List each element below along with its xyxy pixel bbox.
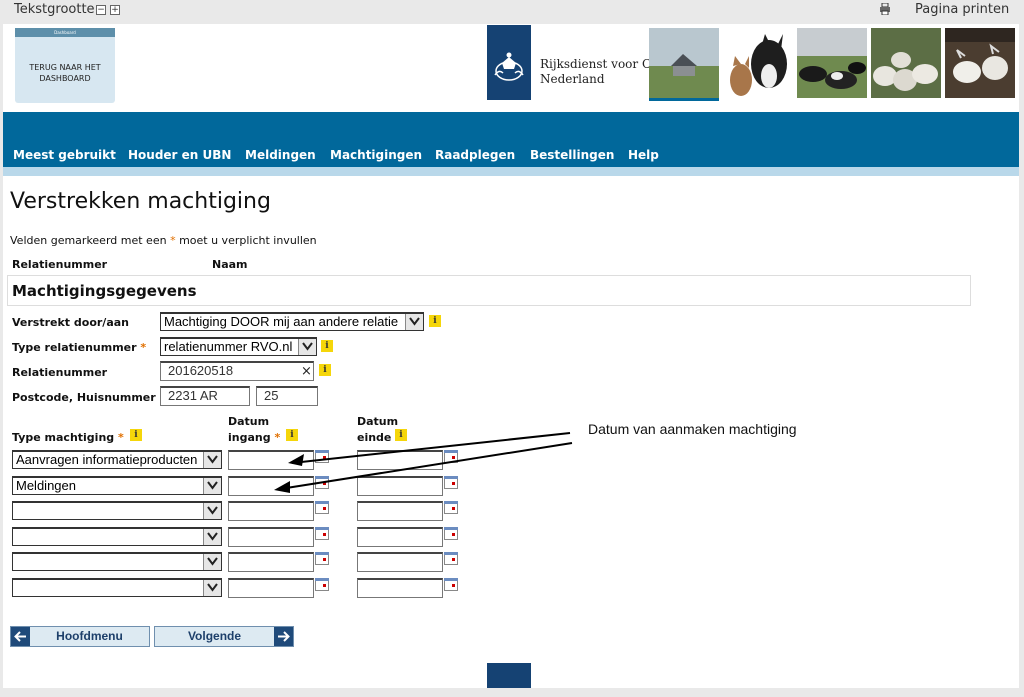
column-header-naam: Naam [212, 258, 248, 271]
type-machtiging-select[interactable] [12, 527, 222, 546]
farm-photo [649, 28, 719, 101]
nav-raadplegen[interactable]: Raadplegen [435, 148, 515, 162]
datum-ingang-header-line1: Datum [228, 415, 270, 428]
section-header: Machtigingsgegevens [7, 275, 971, 306]
calendar-icon[interactable] [444, 552, 458, 565]
required-star: * [140, 341, 147, 354]
chevron-down-icon [203, 554, 221, 570]
chevron-down-icon [203, 503, 221, 519]
type-machtiging-select[interactable] [12, 552, 222, 571]
calendar-icon[interactable] [444, 501, 458, 514]
type-relatienummer-label: Type relatienummer * [12, 341, 146, 354]
arrow-left-icon [11, 627, 30, 646]
organization-name: Rijksdienst voor Ond Nederland [540, 57, 650, 87]
clear-input-icon[interactable]: × [301, 364, 312, 379]
calendar-icon[interactable] [315, 501, 329, 514]
annotation-arrows [274, 432, 573, 493]
volgende-button[interactable]: Volgende [154, 626, 294, 647]
datum-einde-input[interactable] [357, 501, 443, 521]
type-relatienummer-label-text: Type relatienummer [12, 341, 137, 354]
postcode-input[interactable]: 2231 AR [160, 386, 250, 406]
type-machtiging-select[interactable] [12, 501, 222, 520]
calendar-icon[interactable] [444, 578, 458, 591]
postcode-huisnummer-label: Postcode, Huisnummer [12, 391, 156, 404]
page-title: Verstrekken machtiging [10, 189, 271, 214]
huisnummer-input[interactable]: 25 [256, 386, 318, 406]
required-star: * [118, 431, 124, 444]
chevron-down-icon [203, 529, 221, 545]
dashboard-button-label: TERUG NAAR HET DASHBOARD [29, 63, 101, 83]
hoofdmenu-button-label: Hoofdmenu [56, 629, 123, 643]
dashboard-button-header: Dashboard [15, 28, 115, 37]
type-machtiging-header-text: Type machtiging [12, 431, 115, 444]
nav-meldingen[interactable]: Meldingen [245, 148, 316, 162]
type-machtiging-select[interactable]: Aanvragen informatieproducten [12, 450, 222, 469]
sheep-photo [871, 28, 941, 98]
calendar-icon[interactable] [315, 578, 329, 591]
rijksoverheid-logo [487, 25, 531, 100]
type-relatienummer-select[interactable]: relatienummer RVO.nl [160, 337, 317, 356]
verstrekt-label: Verstrekt door/aan [12, 316, 129, 329]
text-size-increase-button[interactable]: + [110, 5, 120, 15]
calendar-icon[interactable] [444, 527, 458, 540]
info-icon[interactable]: i [130, 429, 142, 441]
annotation-label: Datum van aanmaken machtiging [588, 421, 797, 437]
datum-ingang-input[interactable] [228, 552, 314, 572]
text-size-decrease-button[interactable]: − [96, 5, 106, 15]
required-star: * [170, 234, 176, 247]
organization-name-line2: Nederland [540, 72, 605, 86]
relatienummer-label: Relatienummer [12, 366, 108, 379]
type-machtiging-header: Type machtiging * [12, 431, 124, 444]
goats-photo [945, 28, 1015, 98]
nav-help[interactable]: Help [628, 148, 659, 162]
type-relatienummer-select-value: relatienummer RVO.nl [164, 339, 293, 354]
section-title: Machtigingsgegevens [12, 282, 197, 300]
chevron-down-icon [405, 314, 423, 330]
type-machtiging-select-value: Meldingen [16, 478, 76, 493]
dashboard-button[interactable]: Dashboard TERUG NAAR HET DASHBOARD [15, 28, 115, 103]
info-icon[interactable]: i [321, 340, 333, 352]
chevron-down-icon [203, 478, 221, 494]
required-note-prefix: Velden gemarkeerd met een [10, 234, 167, 247]
datum-einde-input[interactable] [357, 578, 443, 598]
cows-photo [797, 28, 867, 98]
column-header-relatienummer: Relatienummer [12, 258, 108, 271]
datum-einde-input[interactable] [357, 552, 443, 572]
organization-name-line1: Rijksdienst voor Ond [540, 57, 650, 71]
print-page-link[interactable]: Pagina printen [915, 2, 1009, 17]
info-icon[interactable]: i [319, 364, 331, 376]
calendar-icon[interactable] [315, 552, 329, 565]
volgende-button-label: Volgende [187, 629, 242, 643]
datum-ingang-input[interactable] [228, 578, 314, 598]
nav-machtigingen[interactable]: Machtigingen [330, 148, 422, 162]
verstrekt-select[interactable]: Machtiging DOOR mij aan andere relatie [160, 312, 424, 331]
nav-houder-en-ubn[interactable]: Houder en UBN [128, 148, 231, 162]
chevron-down-icon [203, 580, 221, 596]
footer-logo-block [487, 663, 531, 688]
type-machtiging-select-value: Aanvragen informatieproducten [16, 452, 198, 467]
relatienummer-input[interactable]: 201620518 [160, 361, 314, 381]
hoofdmenu-button[interactable]: Hoofdmenu [10, 626, 150, 647]
nav-meest-gebruikt[interactable]: Meest gebruikt [13, 148, 116, 162]
info-icon[interactable]: i [429, 315, 441, 327]
datum-ingang-input[interactable] [228, 501, 314, 521]
arrow-right-icon [274, 627, 293, 646]
datum-ingang-header-text: ingang [228, 431, 271, 444]
chevron-down-icon [298, 339, 316, 355]
datum-ingang-input[interactable] [228, 527, 314, 547]
text-size-label: Tekstgrootte [14, 2, 95, 17]
nav-bestellingen[interactable]: Bestellingen [530, 148, 614, 162]
type-machtiging-select[interactable]: Meldingen [12, 476, 222, 495]
datum-einde-input[interactable] [357, 527, 443, 547]
cat-dog-photo [725, 28, 793, 98]
type-machtiging-select[interactable] [12, 578, 222, 597]
required-fields-note: Velden gemarkeerd met een * moet u verpl… [10, 234, 317, 247]
chevron-down-icon [203, 452, 221, 468]
top-bar [0, 0, 1024, 22]
printer-icon[interactable] [879, 2, 891, 16]
calendar-icon[interactable] [315, 527, 329, 540]
verstrekt-select-value: Machtiging DOOR mij aan andere relatie [164, 314, 399, 329]
required-note-suffix: moet u verplicht invullen [179, 234, 317, 247]
nav-sub-strip [3, 167, 1019, 176]
